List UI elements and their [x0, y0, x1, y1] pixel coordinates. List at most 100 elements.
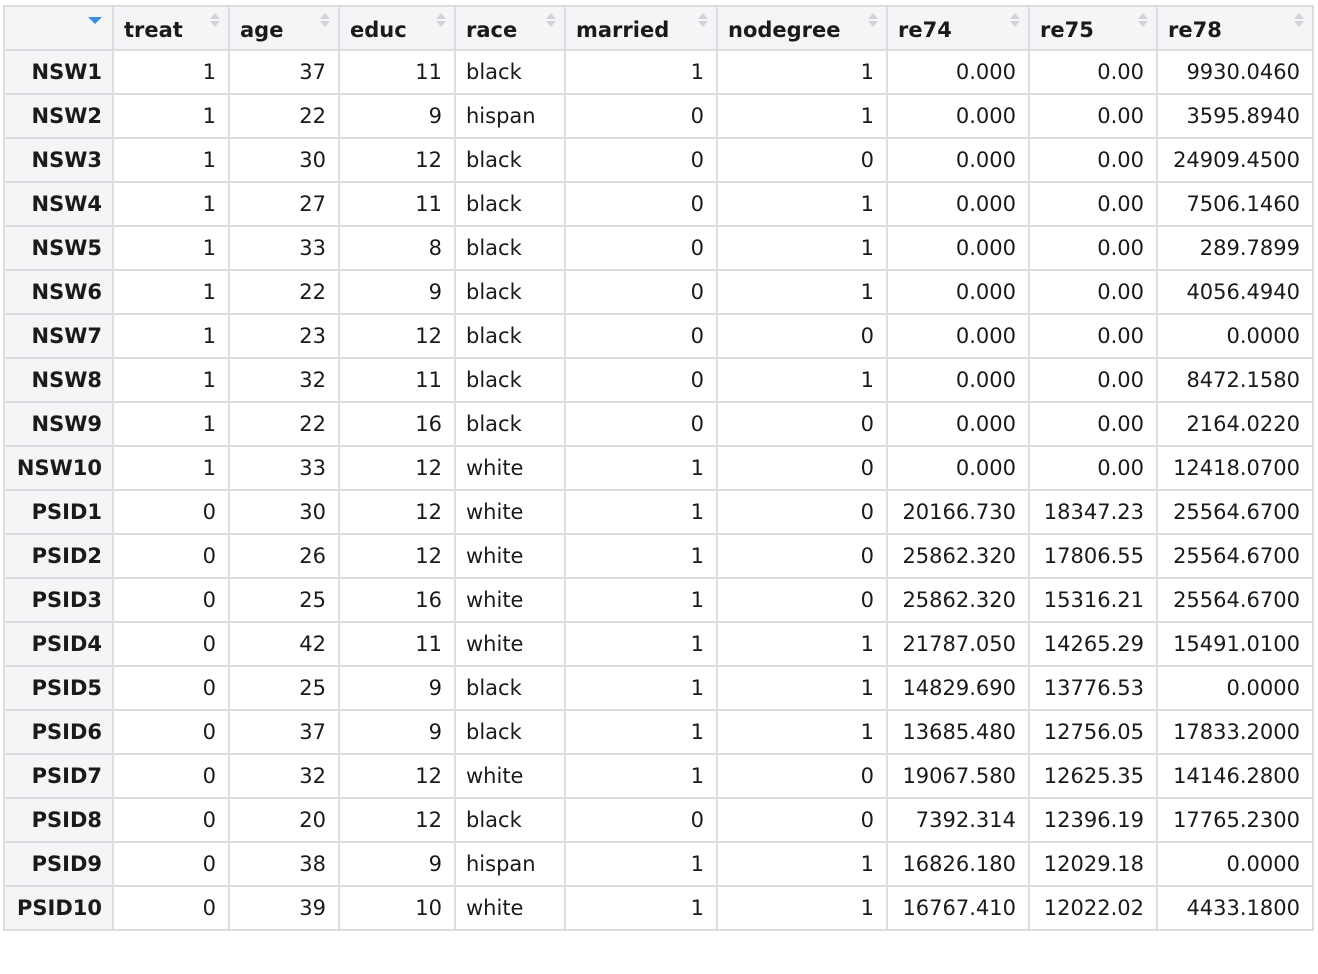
table-row: PSID6 0 37 9 black 1 1 13685.480 12756.05 17833.2… — [3, 709, 1314, 755]
cell-age: 26 — [228, 533, 340, 579]
cell-married: 1 — [564, 709, 718, 755]
cell-treat: 1 — [112, 313, 230, 359]
cell-treat: 0 — [112, 533, 230, 579]
cell-treat: 0 — [112, 489, 230, 535]
column-header-married[interactable]: married — [564, 5, 718, 51]
cell-married: 1 — [564, 489, 718, 535]
cell-nodegree: 0 — [716, 533, 888, 579]
cell-re74: 0.000 — [886, 357, 1030, 403]
cell-treat: 1 — [112, 445, 230, 491]
cell-race: white — [454, 533, 566, 579]
cell-educ: 11 — [338, 181, 456, 227]
sort-arrows-icon[interactable] — [1010, 13, 1020, 29]
column-header-treat[interactable]: treat — [112, 5, 230, 51]
cell-race: hispan — [454, 93, 566, 139]
column-header-label: re74 — [898, 18, 952, 42]
row-name: PSID10 — [3, 885, 114, 931]
cell-treat: 0 — [112, 885, 230, 931]
cell-educ: 10 — [338, 885, 456, 931]
table-body: NSW1 1 37 11 black 1 1 0.000 0.00 9930.0460 NSW2 1 2… — [3, 49, 1314, 931]
cell-re74: 0.000 — [886, 137, 1030, 183]
cell-re74: 19067.580 — [886, 753, 1030, 799]
cell-nodegree: 1 — [716, 269, 888, 315]
row-name: NSW2 — [3, 93, 114, 139]
row-name: NSW1 — [3, 49, 114, 95]
table-row: PSID1 0 30 12 white 1 0 20166.730 18347.23 25564.… — [3, 489, 1314, 535]
cell-re75: 0.00 — [1028, 357, 1158, 403]
sort-arrows-icon[interactable] — [210, 13, 220, 29]
sort-arrows-icon[interactable] — [698, 13, 708, 29]
cell-re78: 25564.6700 — [1156, 577, 1314, 623]
cell-treat: 0 — [112, 709, 230, 755]
column-header-educ[interactable]: educ — [338, 5, 456, 51]
column-header-re78[interactable]: re78 — [1156, 5, 1314, 51]
row-names-header[interactable] — [3, 5, 114, 51]
sort-up-icon — [320, 13, 330, 19]
sort-arrows-icon[interactable] — [320, 13, 330, 29]
sort-down-icon — [546, 21, 556, 27]
table-row: NSW10 1 33 12 white 1 0 0.000 0.00 12418.0700 — [3, 445, 1314, 491]
cell-re75: 14265.29 — [1028, 621, 1158, 667]
sort-arrows-icon[interactable] — [436, 13, 446, 29]
cell-race: black — [454, 269, 566, 315]
column-header-race[interactable]: race — [454, 5, 566, 51]
column-header-nodegree[interactable]: nodegree — [716, 5, 888, 51]
column-header-re74[interactable]: re74 — [886, 5, 1030, 51]
column-header-label: educ — [350, 18, 407, 42]
cell-re78: 4056.4940 — [1156, 269, 1314, 315]
sort-arrows-icon[interactable] — [868, 13, 878, 29]
row-name: PSID6 — [3, 709, 114, 755]
cell-age: 33 — [228, 225, 340, 271]
cell-re78: 4433.1800 — [1156, 885, 1314, 931]
sort-up-icon — [436, 13, 446, 19]
cell-re75: 18347.23 — [1028, 489, 1158, 535]
cell-educ: 9 — [338, 665, 456, 711]
row-name: PSID5 — [3, 665, 114, 711]
cell-nodegree: 1 — [716, 181, 888, 227]
cell-educ: 12 — [338, 489, 456, 535]
row-name: NSW6 — [3, 269, 114, 315]
table-row: NSW2 1 22 9 hispan 0 1 0.000 0.00 3595.8940 — [3, 93, 1314, 139]
cell-age: 27 — [228, 181, 340, 227]
cell-re75: 0.00 — [1028, 401, 1158, 447]
cell-educ: 11 — [338, 357, 456, 403]
cell-treat: 1 — [112, 357, 230, 403]
cell-nodegree: 0 — [716, 797, 888, 843]
cell-treat: 0 — [112, 665, 230, 711]
cell-treat: 1 — [112, 93, 230, 139]
sort-down-icon — [1294, 21, 1304, 27]
row-name: NSW3 — [3, 137, 114, 183]
row-name: NSW5 — [3, 225, 114, 271]
row-name: PSID4 — [3, 621, 114, 667]
cell-nodegree: 0 — [716, 313, 888, 359]
cell-married: 1 — [564, 885, 718, 931]
column-header-age[interactable]: age — [228, 5, 340, 51]
table-row: PSID8 0 20 12 black 0 0 7392.314 12396.19 17765.2… — [3, 797, 1314, 843]
column-header-re75[interactable]: re75 — [1028, 5, 1158, 51]
sort-arrows-icon[interactable] — [1294, 13, 1304, 29]
cell-treat: 0 — [112, 577, 230, 623]
cell-age: 30 — [228, 489, 340, 535]
cell-married: 0 — [564, 225, 718, 271]
sort-up-icon — [698, 13, 708, 19]
sort-up-icon — [868, 13, 878, 19]
cell-race: black — [454, 137, 566, 183]
cell-re74: 16767.410 — [886, 885, 1030, 931]
cell-educ: 12 — [338, 445, 456, 491]
column-header-label: married — [576, 18, 670, 42]
cell-re75: 12022.02 — [1028, 885, 1158, 931]
table-row: PSID7 0 32 12 white 1 0 19067.580 12625.35 14146.… — [3, 753, 1314, 799]
cell-treat: 0 — [112, 753, 230, 799]
sort-arrows-icon[interactable] — [546, 13, 556, 29]
cell-educ: 9 — [338, 841, 456, 887]
column-header-label: race — [466, 18, 518, 42]
cell-re78: 8472.1580 — [1156, 357, 1314, 403]
table-row: NSW4 1 27 11 black 0 1 0.000 0.00 7506.1460 — [3, 181, 1314, 227]
sort-down-icon — [698, 21, 708, 27]
cell-treat: 1 — [112, 137, 230, 183]
cell-re75: 0.00 — [1028, 269, 1158, 315]
sort-down-icon — [1010, 21, 1020, 27]
sort-arrows-icon[interactable] — [1138, 13, 1148, 29]
table-row: PSID10 0 39 10 white 1 1 16767.410 12022.02 4433.… — [3, 885, 1314, 931]
cell-educ: 12 — [338, 797, 456, 843]
